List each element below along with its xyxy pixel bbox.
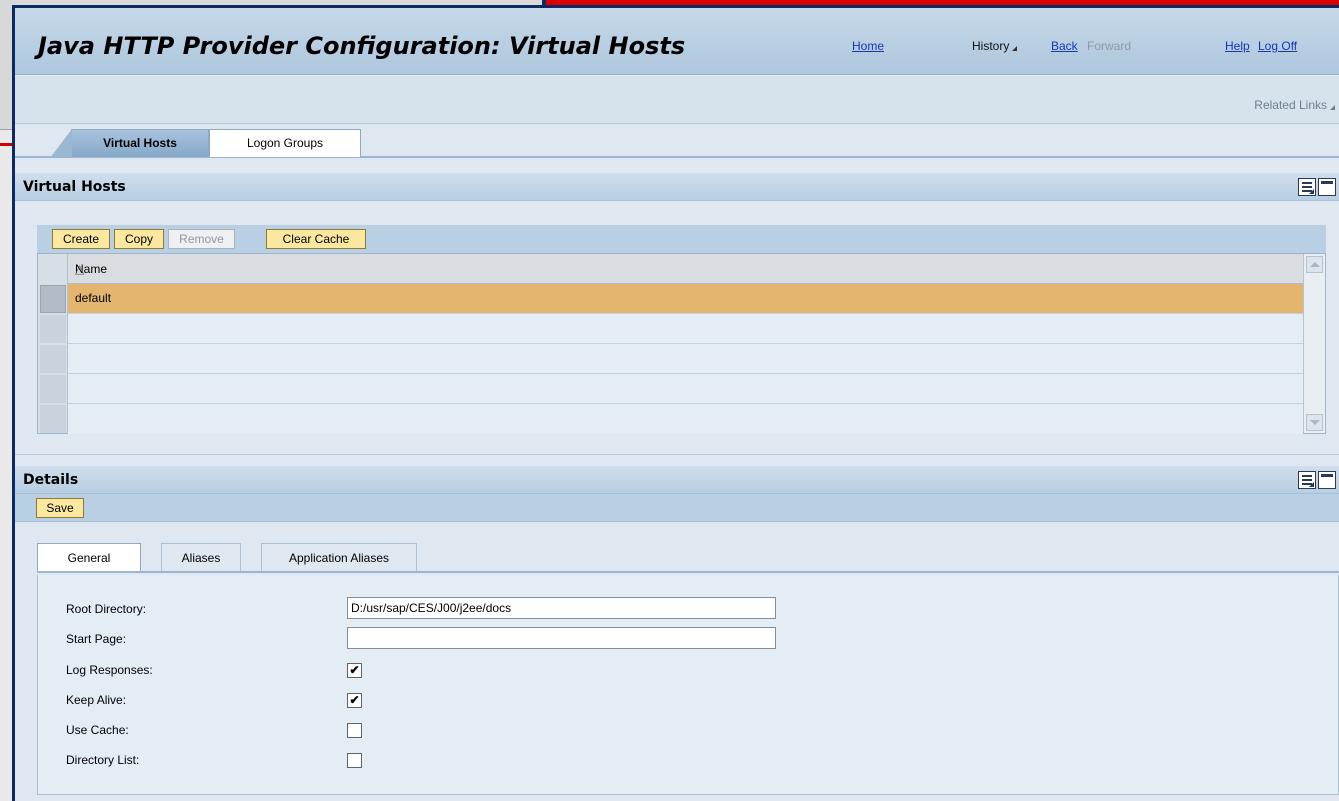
keep-alive-label: Keep Alive: — [66, 693, 127, 707]
clear-cache-button[interactable]: Clear Cache — [266, 229, 366, 249]
row-selector[interactable] — [40, 345, 66, 373]
tab-aliases[interactable]: Aliases — [161, 543, 241, 571]
keep-alive-checkbox[interactable]: ✔ — [347, 693, 362, 708]
help-link[interactable]: Help — [1225, 39, 1250, 53]
log-responses-label: Log Responses: — [66, 663, 153, 677]
create-button[interactable]: Create — [52, 229, 110, 249]
start-page-input[interactable] — [347, 627, 776, 649]
use-cache-checkbox[interactable] — [347, 723, 362, 738]
menu-triangle-icon — [1012, 46, 1018, 51]
table-cell-name: default — [75, 291, 112, 305]
row-selector[interactable] — [40, 375, 66, 403]
use-cache-label: Use Cache: — [66, 723, 129, 737]
section-icons — [1296, 471, 1336, 489]
history-menu[interactable]: History — [972, 39, 1018, 53]
background-red-line — [0, 143, 12, 146]
row-selector[interactable] — [40, 285, 66, 313]
tab-application-aliases[interactable]: Application Aliases — [261, 543, 417, 571]
related-links-bar: Related Links — [15, 76, 1339, 124]
menu-triangle-icon — [1330, 105, 1335, 110]
main-tabstrip: Virtual Hosts Logon Groups — [15, 125, 1339, 158]
details-section-header: Details — [15, 466, 1339, 494]
list-settings-icon[interactable] — [1298, 178, 1316, 196]
background-window-edge — [0, 0, 12, 130]
directory-list-label: Directory List: — [66, 753, 140, 767]
table-scrollbar[interactable] — [1303, 254, 1325, 433]
log-off-link[interactable]: Log Off — [1258, 39, 1297, 53]
sort-icon[interactable]: △ — [75, 262, 1293, 276]
minimize-icon[interactable] — [1318, 178, 1336, 196]
virtual-hosts-section-title: Virtual Hosts — [23, 179, 126, 195]
root-directory-label: Root Directory: — [66, 602, 147, 616]
table-row[interactable] — [68, 374, 1303, 404]
table-row[interactable] — [68, 314, 1303, 344]
table-row[interactable]: default — [68, 284, 1303, 314]
root-directory-input[interactable] — [347, 597, 776, 619]
forward-link: Forward — [1087, 39, 1132, 53]
related-links-menu[interactable]: Related Links — [1254, 98, 1335, 112]
tab-logon-groups[interactable]: Logon Groups — [209, 129, 361, 157]
browser-window: Java HTTP Provider Configuration: Virtua… — [12, 5, 1339, 801]
directory-list-checkbox[interactable] — [347, 753, 362, 768]
start-page-label: Start Page: — [66, 632, 127, 646]
page-title: Java HTTP Provider Configuration: Virtua… — [38, 32, 686, 60]
table-header[interactable]: Name △ — [68, 254, 1303, 284]
table-row[interactable] — [68, 404, 1303, 434]
log-responses-checkbox[interactable]: ✔ — [347, 663, 362, 678]
tab-virtual-hosts[interactable]: Virtual Hosts — [50, 129, 209, 158]
scroll-up-icon[interactable] — [1306, 256, 1323, 273]
copy-button[interactable]: Copy — [114, 229, 164, 249]
virtual-hosts-table: Name △ default — [37, 253, 1326, 434]
home-link[interactable]: Home — [852, 39, 884, 53]
details-toolbar: Save — [15, 494, 1339, 522]
related-links-label: Related Links — [1254, 98, 1327, 112]
row-selector[interactable] — [40, 315, 66, 343]
scroll-down-icon[interactable] — [1306, 414, 1323, 431]
table-row[interactable] — [68, 344, 1303, 374]
page-header: Java HTTP Provider Configuration: Virtua… — [15, 8, 1339, 75]
section-divider — [15, 454, 1339, 460]
details-tabstrip: General Aliases Application Aliases — [37, 540, 1339, 573]
remove-button: Remove — [168, 229, 235, 249]
general-form: Root Directory: Start Page: Log Response… — [37, 575, 1339, 795]
history-label: History — [972, 39, 1010, 53]
back-link[interactable]: Back — [1051, 39, 1078, 53]
tab-general[interactable]: General — [37, 543, 141, 571]
virtual-hosts-toolbar: Create Copy Remove Clear Cache — [37, 225, 1326, 253]
row-selector[interactable] — [40, 405, 66, 433]
list-settings-icon[interactable] — [1298, 471, 1316, 489]
minimize-icon[interactable] — [1318, 471, 1336, 489]
virtual-hosts-section-header: Virtual Hosts — [15, 173, 1339, 201]
save-button[interactable]: Save — [36, 498, 84, 518]
background-desktop — [0, 0, 12, 801]
section-icons — [1296, 178, 1336, 196]
details-section-title: Details — [23, 472, 79, 488]
